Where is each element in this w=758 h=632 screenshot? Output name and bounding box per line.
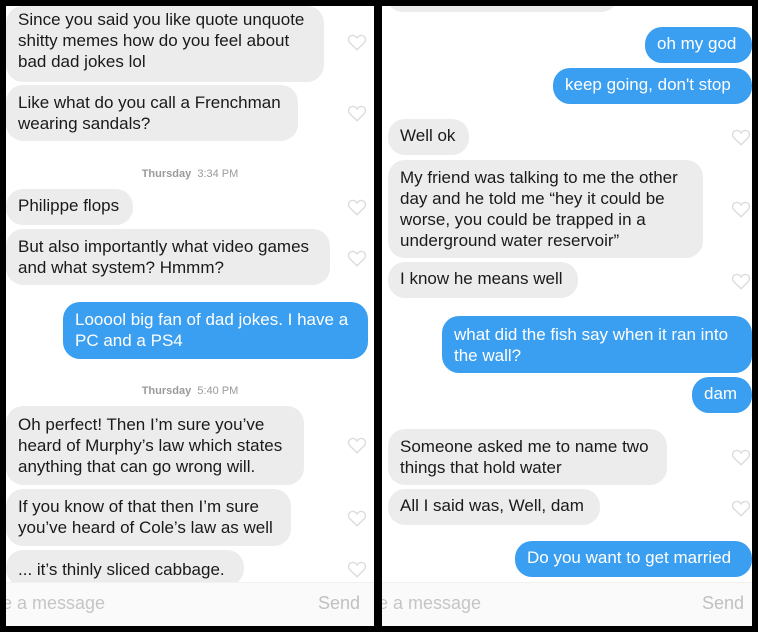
message-text[interactable]: All I said was, Well, dam [388, 489, 600, 525]
message-text[interactable]: what did the fish say when it ran into t… [442, 316, 752, 373]
chat-panel-left: Since you said you like quote unquote sh… [6, 6, 374, 626]
send-button[interactable]: Send [702, 593, 744, 614]
heart-outline-icon[interactable] [730, 497, 752, 519]
message-bubble-partial [386, 6, 618, 12]
timestamp: Thursday 3:34 PM [141, 168, 239, 180]
heart-outline-icon[interactable] [346, 31, 368, 53]
message-text[interactable]: I know he means well [388, 262, 578, 298]
message-text[interactable]: Since you said you like quote unquote sh… [6, 6, 324, 82]
chat-panel-right: oh my god keep going, don't stop Well ok… [382, 6, 752, 626]
message-input[interactable]: e a message [6, 593, 105, 614]
heart-outline-icon[interactable] [346, 247, 368, 269]
message-text[interactable]: Someone asked me to name two things that… [388, 429, 667, 485]
heart-outline-icon[interactable] [346, 507, 368, 529]
message-composer: e a message Send [382, 582, 752, 626]
message-text[interactable]: Like what do you call a Frenchman wearin… [6, 85, 298, 141]
message-text[interactable]: Well ok [388, 119, 469, 155]
heart-outline-icon[interactable] [730, 270, 752, 292]
message-text[interactable]: But also importantly what video games an… [6, 229, 330, 285]
heart-outline-icon[interactable] [346, 434, 368, 456]
heart-outline-icon[interactable] [346, 196, 368, 218]
heart-outline-icon[interactable] [730, 126, 752, 148]
message-text[interactable]: keep going, don't stop [553, 68, 752, 104]
message-text[interactable]: dam [692, 377, 752, 413]
heart-outline-icon[interactable] [730, 198, 752, 220]
message-text[interactable]: Do you want to get married [515, 541, 752, 577]
heart-outline-icon[interactable] [346, 558, 368, 580]
message-text[interactable]: oh my god [645, 27, 752, 63]
message-text[interactable]: Oh perfect! Then I’m sure you’ve heard o… [6, 406, 304, 485]
message-text[interactable]: ... it’s thinly sliced cabbage. [6, 550, 244, 586]
send-button[interactable]: Send [318, 593, 360, 614]
message-composer: e a message Send [6, 582, 374, 626]
message-input[interactable]: e a message [382, 593, 481, 614]
message-text[interactable]: If you know of that then I’m sure you’ve… [6, 489, 291, 546]
message-text[interactable]: My friend was talking to me the other da… [388, 160, 703, 258]
heart-outline-icon[interactable] [346, 102, 368, 124]
message-text[interactable]: Looool big fan of dad jokes. I have a PC… [63, 302, 368, 359]
message-text[interactable]: Philippe flops [6, 189, 133, 225]
heart-outline-icon[interactable] [730, 446, 752, 468]
timestamp: Thursday 5:40 PM [141, 385, 239, 397]
